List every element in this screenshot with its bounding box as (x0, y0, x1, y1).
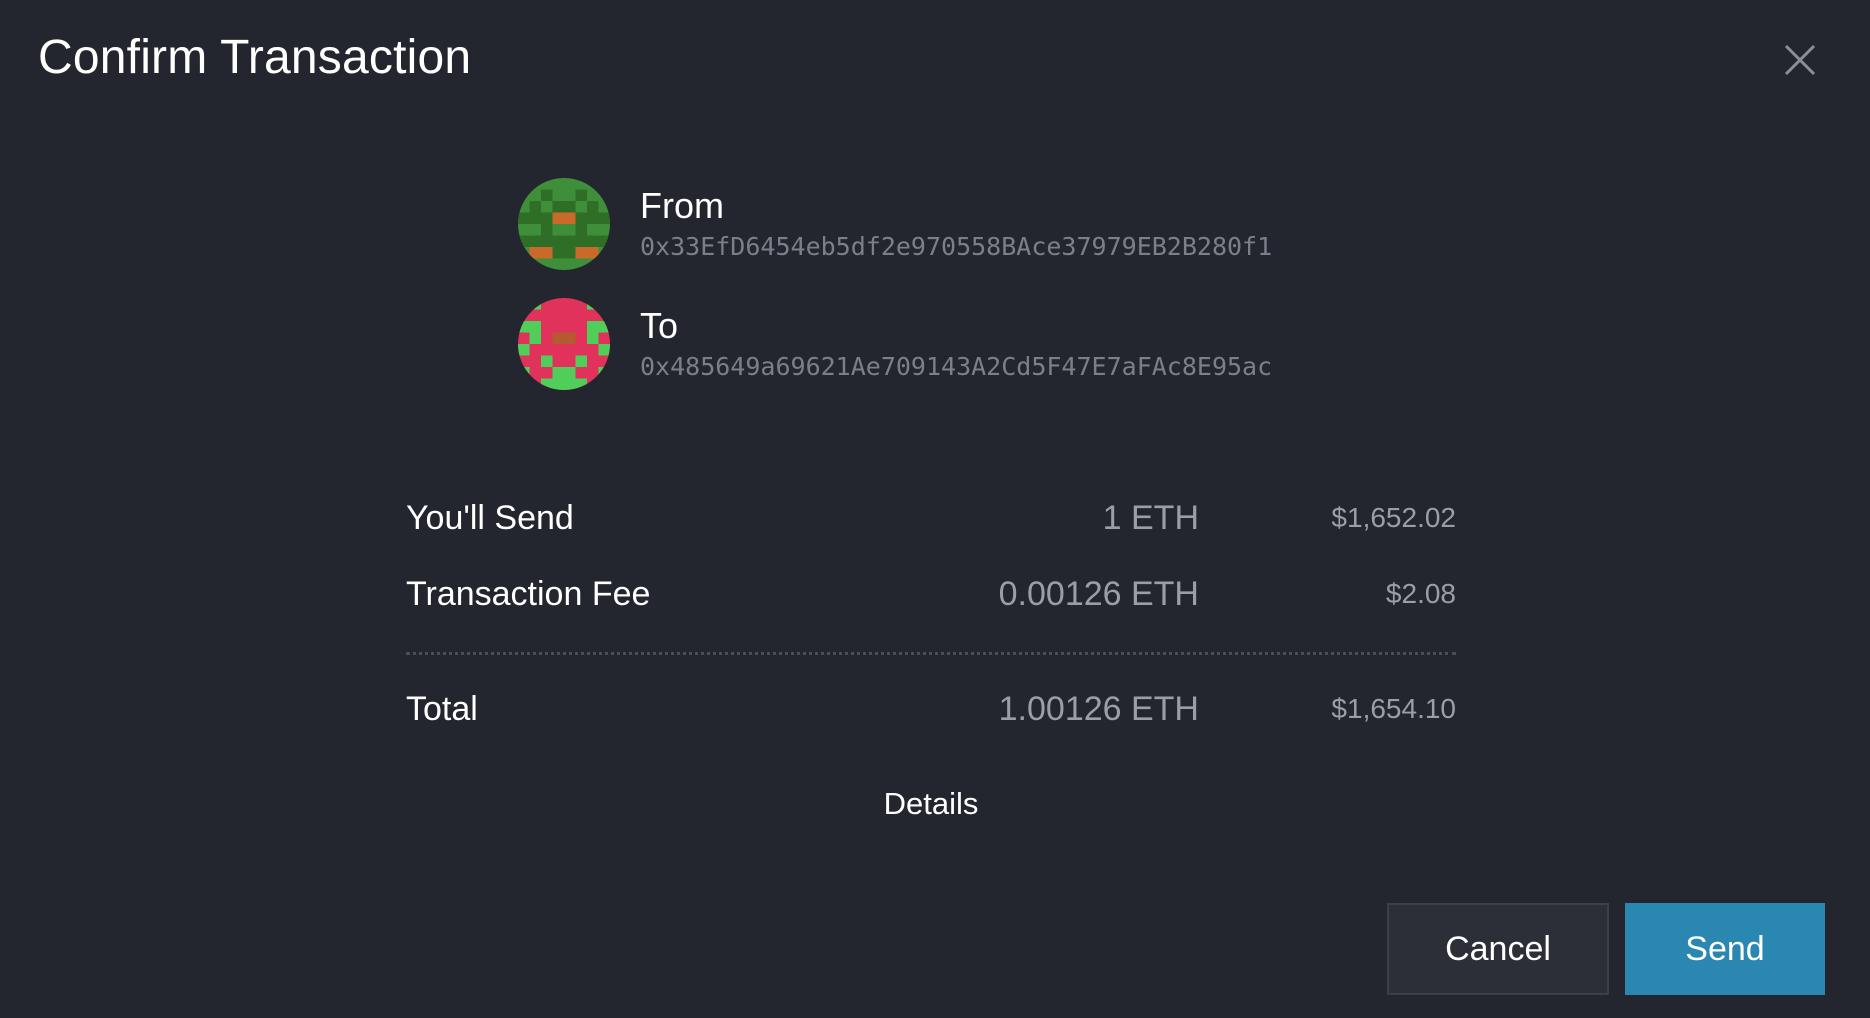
from-identicon (518, 178, 610, 270)
send-usd-amount: $1,652.02 (1331, 502, 1456, 533)
close-icon (1784, 44, 1816, 76)
transaction-summary: You'll Send 1 ETH $1,652.02 Transaction … (406, 480, 1456, 747)
total-usd-amount: $1,654.10 (1331, 693, 1456, 724)
to-account: To 0x485649a69621Ae709143A2Cd5F47E7aFAc8… (518, 298, 1272, 390)
total-label: Total (406, 689, 478, 728)
summary-row-send: You'll Send 1 ETH $1,652.02 (406, 480, 1456, 556)
summary-divider (406, 652, 1456, 655)
fee-label: Transaction Fee (406, 574, 651, 613)
send-label: You'll Send (406, 498, 574, 537)
to-identicon (518, 298, 610, 390)
dialog-title: Confirm Transaction (38, 31, 472, 84)
send-eth-amount: 1 ETH (1102, 498, 1199, 537)
summary-row-total: Total 1.00126 ETH $1,654.10 (406, 671, 1456, 747)
from-label: From (640, 185, 724, 226)
total-eth-amount: 1.00126 ETH (998, 689, 1199, 728)
cancel-button[interactable]: Cancel (1387, 903, 1609, 995)
details-link[interactable]: Details (0, 786, 1862, 822)
confirm-transaction-dialog: Confirm Transaction From 0x33EfD6454eb5d… (0, 0, 1870, 1018)
from-account: From 0x33EfD6454eb5df2e970558BAce37979EB… (518, 178, 1272, 270)
close-button[interactable] (1780, 40, 1820, 80)
fee-usd-amount: $2.08 (1385, 578, 1456, 609)
send-button[interactable]: Send (1625, 903, 1825, 995)
to-address: 0x485649a69621Ae709143A2Cd5F47E7aFAc8E95… (640, 352, 1273, 381)
from-address: 0x33EfD6454eb5df2e970558BAce37979EB2B280… (640, 232, 1273, 261)
summary-row-fee: Transaction Fee 0.00126 ETH $2.08 (406, 556, 1456, 632)
fee-eth-amount: 0.00126 ETH (998, 574, 1199, 613)
to-label: To (640, 305, 679, 346)
